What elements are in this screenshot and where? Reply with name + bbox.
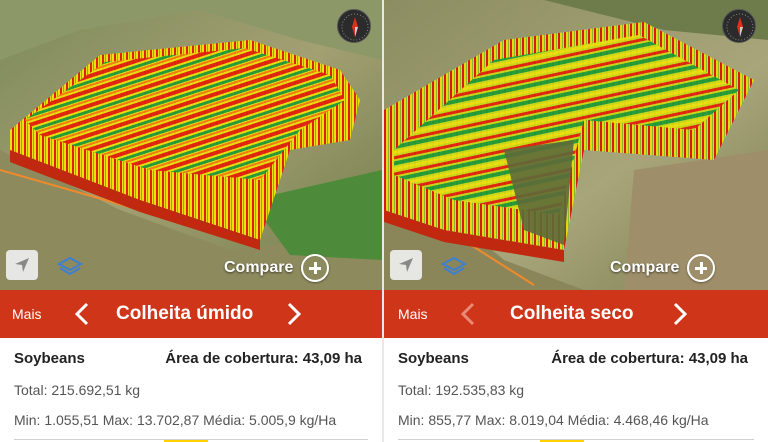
harvest-total: Total: 215.692,51 kg	[14, 382, 141, 398]
harvest-info: Soybeans Área de cobertura: 43,09 ha Tot…	[384, 338, 768, 442]
yield-map-3d[interactable]: Compare	[0, 0, 382, 290]
mais-button[interactable]: Mais	[398, 306, 428, 322]
plus-circle-icon	[687, 254, 716, 282]
map-terrain	[0, 0, 382, 290]
compare-label: Compare	[610, 259, 680, 276]
harvest-stats: Min: 855,77 Max: 8.019,04 Média: 4.468,4…	[398, 412, 709, 428]
chevron-right-icon[interactable]	[286, 302, 302, 326]
location-arrow-icon	[399, 258, 413, 272]
harvest-title: Colheita seco	[510, 303, 634, 324]
plus-circle-icon	[301, 254, 330, 282]
location-button[interactable]	[6, 250, 38, 280]
map-terrain	[384, 0, 768, 290]
compare-button[interactable]: Compare	[610, 253, 716, 283]
layers-button[interactable]	[56, 255, 84, 277]
chevron-left-icon[interactable]	[74, 302, 90, 326]
coverage-area: Área de cobertura: 43,09 ha	[551, 350, 748, 367]
location-arrow-icon	[15, 258, 29, 272]
harvest-info: Soybeans Área de cobertura: 43,09 ha Tot…	[0, 338, 382, 442]
layers-icon	[56, 256, 84, 276]
harvest-total: Total: 192.535,83 kg	[398, 382, 525, 398]
compass-icon[interactable]	[337, 9, 371, 43]
compare-label: Compare	[224, 259, 294, 276]
location-button[interactable]	[390, 250, 422, 280]
harvest-title: Colheita úmido	[116, 303, 254, 324]
coverage-area: Área de cobertura: 43,09 ha	[165, 350, 362, 367]
layers-icon	[440, 256, 468, 276]
panel-colheita-umido: Compare Mais Colheita úmido Soybeans Áre…	[0, 0, 382, 442]
harvest-nav-bar: Mais Colheita úmido	[0, 290, 382, 338]
panel-colheita-seco: Compare Mais Colheita seco Soybeans Área…	[384, 0, 768, 442]
layers-button[interactable]	[440, 255, 468, 277]
yield-map-3d[interactable]: Compare	[384, 0, 768, 290]
harvest-stats: Min: 1.055,51 Max: 13.702,87 Média: 5.00…	[14, 412, 337, 428]
crop-name: Soybeans	[14, 350, 85, 367]
chevron-right-icon[interactable]	[672, 302, 688, 326]
mais-button[interactable]: Mais	[12, 306, 42, 322]
harvest-nav-bar: Mais Colheita seco	[384, 290, 768, 338]
crop-name: Soybeans	[398, 350, 469, 367]
compass-icon[interactable]	[722, 9, 756, 43]
chevron-left-icon	[460, 302, 475, 326]
compare-button[interactable]: Compare	[224, 253, 330, 283]
